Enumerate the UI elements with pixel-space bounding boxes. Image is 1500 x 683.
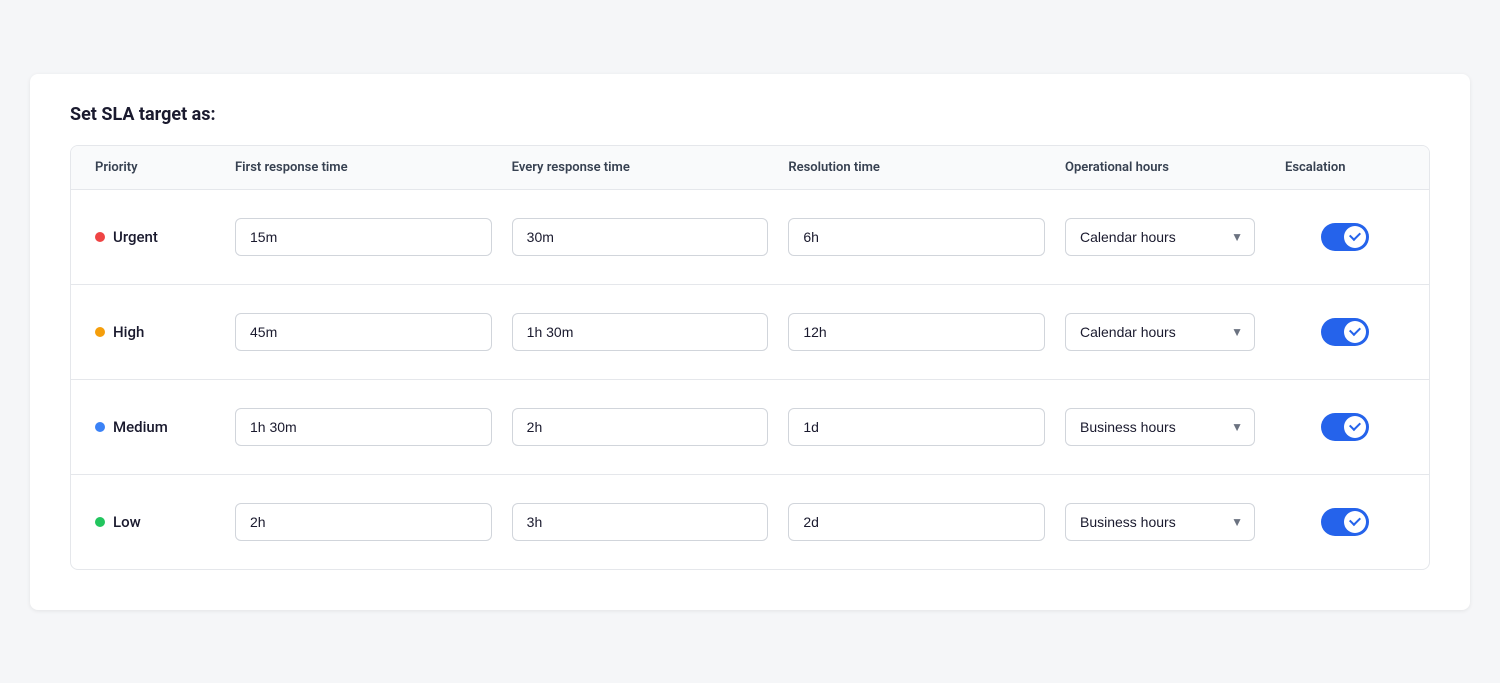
page-title: Set SLA target as: xyxy=(70,104,1430,125)
escalation-cell-urgent xyxy=(1285,223,1405,251)
sla-container: Set SLA target as: Priority First respon… xyxy=(30,74,1470,610)
every-response-input-urgent[interactable] xyxy=(512,218,769,256)
operational-cell-medium: Calendar hoursBusiness hours ▼ xyxy=(1065,408,1285,446)
priority-label-low: Low xyxy=(113,513,141,531)
priority-label-urgent: Urgent xyxy=(113,228,158,246)
every-response-input-medium[interactable] xyxy=(512,408,769,446)
every-response-input-low[interactable] xyxy=(512,503,769,541)
resolution-input-urgent[interactable] xyxy=(788,218,1045,256)
operational-select-wrapper-urgent: Calendar hoursBusiness hours ▼ xyxy=(1065,218,1255,256)
table-row-low: Low Calendar hoursBusiness hours ▼ xyxy=(71,475,1429,569)
resolution-input-medium[interactable] xyxy=(788,408,1045,446)
escalation-toggle-urgent[interactable] xyxy=(1321,223,1369,251)
toggle-track-urgent xyxy=(1321,223,1369,251)
operational-cell-urgent: Calendar hoursBusiness hours ▼ xyxy=(1065,218,1285,256)
first-response-input-low[interactable] xyxy=(235,503,492,541)
escalation-toggle-high[interactable] xyxy=(1321,318,1369,346)
escalation-cell-high xyxy=(1285,318,1405,346)
first-response-input-medium[interactable] xyxy=(235,408,492,446)
toggle-track-medium xyxy=(1321,413,1369,441)
toggle-thumb-urgent xyxy=(1344,226,1366,248)
first-response-input-high[interactable] xyxy=(235,313,492,351)
toggle-track-low xyxy=(1321,508,1369,536)
operational-select-urgent[interactable]: Calendar hoursBusiness hours xyxy=(1065,218,1255,256)
operational-select-medium[interactable]: Calendar hoursBusiness hours xyxy=(1065,408,1255,446)
first-response-cell-high xyxy=(235,313,512,351)
escalation-toggle-low[interactable] xyxy=(1321,508,1369,536)
priority-cell-high: High xyxy=(95,323,235,341)
col-operational: Operational hours xyxy=(1065,160,1285,175)
operational-select-wrapper-low: Calendar hoursBusiness hours ▼ xyxy=(1065,503,1255,541)
priority-label-medium: Medium xyxy=(113,418,168,436)
col-resolution: Resolution time xyxy=(788,160,1065,175)
table-row-medium: Medium Calendar hoursBusiness hours ▼ xyxy=(71,380,1429,475)
table-row-high: High Calendar hoursBusiness hours ▼ xyxy=(71,285,1429,380)
first-response-input-urgent[interactable] xyxy=(235,218,492,256)
toggle-track-high xyxy=(1321,318,1369,346)
col-first-response: First response time xyxy=(235,160,512,175)
resolution-cell-high xyxy=(788,313,1065,351)
resolution-cell-urgent xyxy=(788,218,1065,256)
resolution-cell-low xyxy=(788,503,1065,541)
toggle-thumb-low xyxy=(1344,511,1366,533)
first-response-cell-medium xyxy=(235,408,512,446)
first-response-cell-urgent xyxy=(235,218,512,256)
col-every-response: Every response time xyxy=(512,160,789,175)
priority-dot-low xyxy=(95,517,105,527)
operational-cell-high: Calendar hoursBusiness hours ▼ xyxy=(1065,313,1285,351)
operational-select-low[interactable]: Calendar hoursBusiness hours xyxy=(1065,503,1255,541)
priority-dot-high xyxy=(95,327,105,337)
sla-table: Priority First response time Every respo… xyxy=(70,145,1430,570)
every-response-cell-low xyxy=(512,503,789,541)
escalation-cell-medium xyxy=(1285,413,1405,441)
every-response-cell-high xyxy=(512,313,789,351)
priority-dot-urgent xyxy=(95,232,105,242)
toggle-thumb-medium xyxy=(1344,416,1366,438)
resolution-cell-medium xyxy=(788,408,1065,446)
operational-cell-low: Calendar hoursBusiness hours ▼ xyxy=(1065,503,1285,541)
priority-dot-medium xyxy=(95,422,105,432)
escalation-toggle-medium[interactable] xyxy=(1321,413,1369,441)
escalation-cell-low xyxy=(1285,508,1405,536)
every-response-cell-urgent xyxy=(512,218,789,256)
operational-select-high[interactable]: Calendar hoursBusiness hours xyxy=(1065,313,1255,351)
resolution-input-high[interactable] xyxy=(788,313,1045,351)
every-response-cell-medium xyxy=(512,408,789,446)
col-escalation: Escalation xyxy=(1285,160,1405,175)
first-response-cell-low xyxy=(235,503,512,541)
col-priority: Priority xyxy=(95,160,235,175)
table-header: Priority First response time Every respo… xyxy=(71,146,1429,190)
resolution-input-low[interactable] xyxy=(788,503,1045,541)
priority-cell-medium: Medium xyxy=(95,418,235,436)
toggle-thumb-high xyxy=(1344,321,1366,343)
priority-label-high: High xyxy=(113,323,144,341)
operational-select-wrapper-high: Calendar hoursBusiness hours ▼ xyxy=(1065,313,1255,351)
every-response-input-high[interactable] xyxy=(512,313,769,351)
table-row-urgent: Urgent Calendar hoursBusiness hours ▼ xyxy=(71,190,1429,285)
priority-cell-urgent: Urgent xyxy=(95,228,235,246)
operational-select-wrapper-medium: Calendar hoursBusiness hours ▼ xyxy=(1065,408,1255,446)
table-body: Urgent Calendar hoursBusiness hours ▼ xyxy=(71,190,1429,569)
priority-cell-low: Low xyxy=(95,513,235,531)
